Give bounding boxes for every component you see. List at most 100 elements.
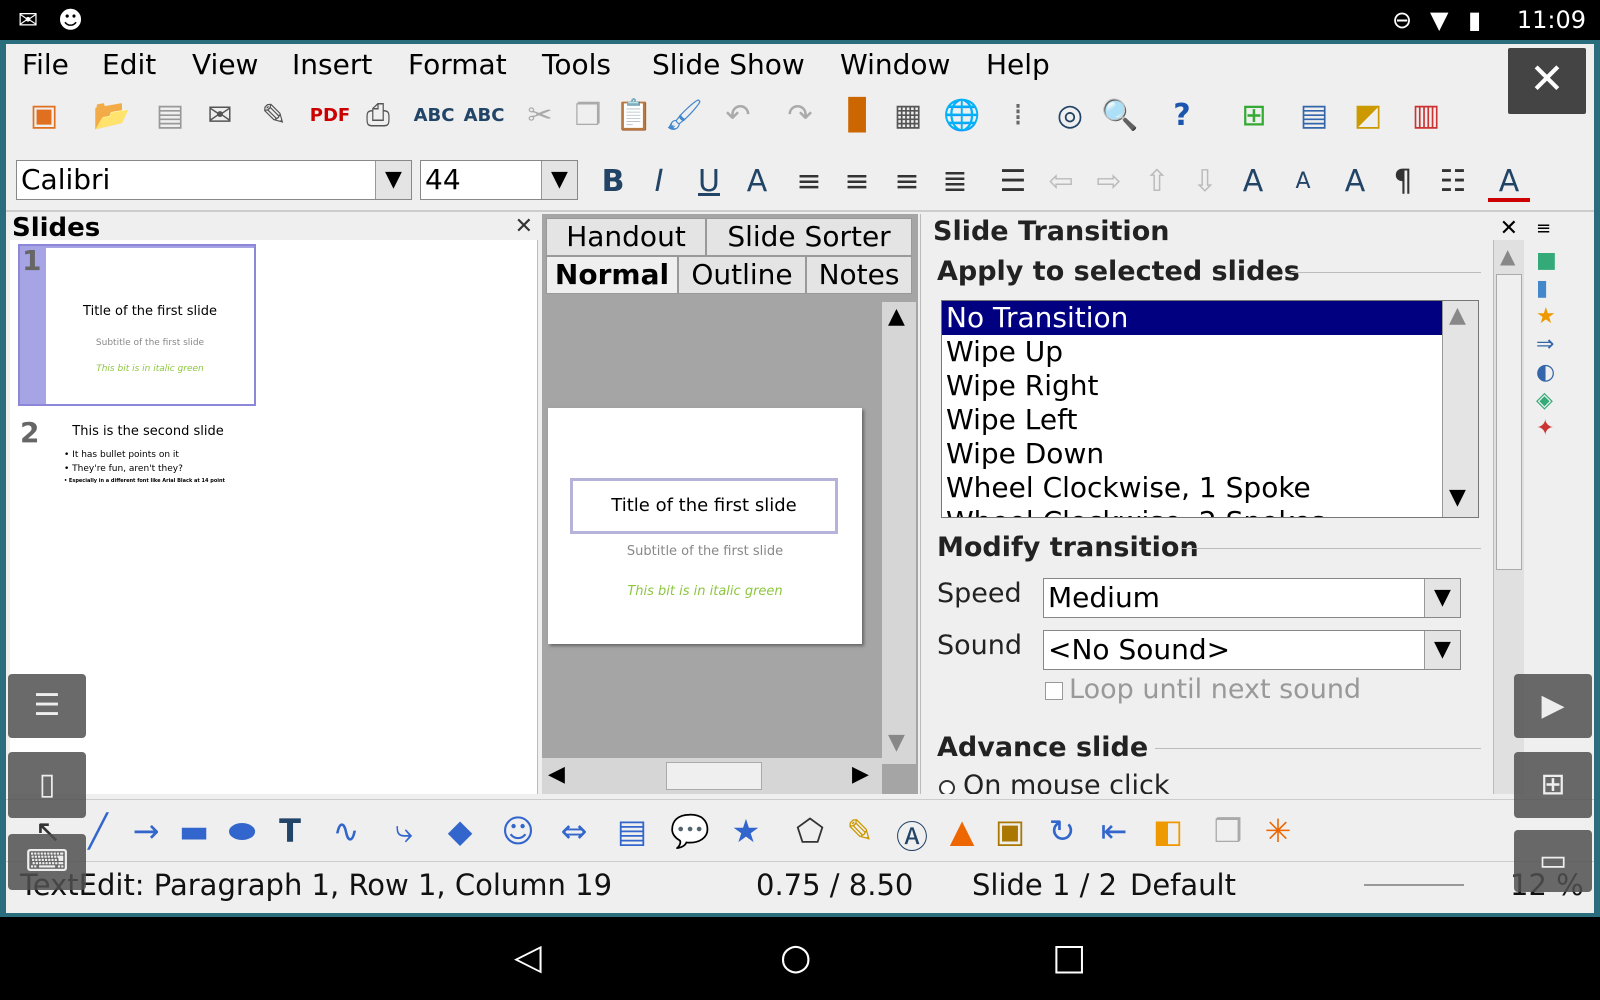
promote-icon[interactable]: ⇨ — [1088, 162, 1130, 202]
list-scrollbar[interactable]: ▲ ▼ — [1442, 301, 1478, 517]
menu-file[interactable]: File — [22, 48, 69, 81]
block-arrows-icon[interactable]: ⇔ — [552, 812, 596, 850]
bold-icon[interactable]: B — [592, 162, 634, 202]
hyperlink-icon[interactable]: 🌐 — [940, 94, 984, 138]
basic-shapes-icon[interactable]: ◆ — [438, 812, 482, 850]
list-item[interactable]: No Transition — [942, 301, 1442, 335]
menu-format[interactable]: Format — [408, 48, 507, 81]
grid-icon[interactable]: ⁞ — [996, 94, 1040, 138]
email-icon[interactable]: ✉ — [198, 94, 242, 138]
slide-design-icon[interactable]: ◩ — [1346, 94, 1390, 138]
menu-view[interactable]: View — [192, 48, 258, 81]
ellipse-icon[interactable]: ⬬ — [220, 812, 264, 851]
line-arrow-icon[interactable]: → — [124, 812, 168, 850]
align-right-icon[interactable]: ≡ — [886, 162, 928, 202]
font-name-combo[interactable]: Calibri ▼ — [16, 160, 412, 200]
fontwork-icon[interactable]: Ⓐ — [890, 812, 934, 858]
stars-icon[interactable]: ★ — [724, 812, 768, 850]
increase-font-icon[interactable]: A — [1232, 162, 1274, 202]
scroll-up-icon[interactable]: ▲ — [888, 304, 905, 329]
undo-icon[interactable]: ↶ — [716, 94, 760, 138]
scroll-up-icon[interactable]: ▲ — [1449, 303, 1466, 328]
print-icon[interactable]: ⎙ — [356, 94, 400, 138]
list-item[interactable]: Wipe Down — [942, 437, 1442, 471]
autospell-icon[interactable]: ABC — [462, 94, 506, 138]
animation-icon[interactable]: ★ — [1536, 304, 1556, 329]
rectangle-icon[interactable]: ▬ — [172, 812, 216, 850]
screen-overlay-button[interactable]: ▭ — [1514, 830, 1592, 892]
close-icon[interactable]: ✕ — [1500, 216, 1518, 241]
list-item[interactable]: Wipe Right — [942, 369, 1442, 403]
format-paintbrush-icon[interactable]: 🖌 — [662, 94, 706, 138]
help-icon[interactable]: ? — [1160, 94, 1204, 138]
decrease-font-icon[interactable]: A — [1282, 162, 1324, 202]
slide-thumbnail-1[interactable]: 1 Title of the first slide Subtitle of t… — [18, 244, 256, 406]
scroll-up-icon[interactable]: ▲ — [1500, 244, 1515, 268]
tab-slide-sorter[interactable]: Slide Sorter — [706, 218, 912, 256]
recents-icon[interactable]: □ — [1052, 937, 1086, 978]
title-textbox[interactable]: Title of the first slide — [570, 478, 838, 534]
menu-slide-show[interactable]: Slide Show — [652, 48, 805, 81]
underline-icon[interactable]: U — [688, 162, 730, 202]
callouts-icon[interactable]: 💬 — [668, 812, 712, 850]
scroll-right-icon[interactable]: ▶ — [852, 762, 869, 787]
chevron-down-icon[interactable]: ▼ — [375, 161, 411, 199]
menu-window[interactable]: Window — [840, 48, 950, 81]
slide-canvas[interactable]: Title of the first slide Subtitle of the… — [548, 408, 862, 644]
points-icon[interactable]: ⬠ — [788, 812, 832, 850]
home-icon[interactable]: ○ — [780, 937, 811, 978]
shadow-icon[interactable]: A — [736, 162, 778, 202]
close-button[interactable]: ✕ — [1508, 48, 1586, 114]
arrange-icon[interactable]: ◧ — [1146, 812, 1190, 850]
justify-icon[interactable]: ≣ — [934, 162, 976, 202]
gallery-icon[interactable]: ▣ — [988, 812, 1032, 850]
extrusion-icon[interactable]: ✳ — [1256, 812, 1300, 850]
scroll-down-icon[interactable]: ▼ — [888, 730, 905, 755]
symbol-shapes-icon[interactable]: ☺ — [496, 812, 540, 850]
table-icon[interactable]: ▦ — [886, 94, 930, 138]
demote-icon[interactable]: ⇦ — [1040, 162, 1082, 202]
list-item[interactable]: Wipe Left — [942, 403, 1442, 437]
vertical-scrollbar[interactable]: ▲ ▼ — [882, 302, 916, 764]
back-icon[interactable]: ◁ — [514, 937, 542, 978]
curve-icon[interactable]: ∿ — [324, 812, 368, 850]
document-overlay-button[interactable]: ☰ — [8, 674, 86, 738]
speed-select[interactable]: Medium ▼ — [1043, 578, 1461, 618]
menu-help[interactable]: Help — [986, 48, 1050, 81]
spellcheck-icon[interactable]: ABC — [412, 94, 456, 138]
font-color-icon[interactable]: A — [1488, 162, 1530, 202]
align-left-icon[interactable]: ≡ — [788, 162, 830, 202]
list-item[interactable]: Wipe Up — [942, 335, 1442, 369]
paste-icon[interactable]: 📋 — [612, 94, 656, 138]
sound-select[interactable]: <No Sound> ▼ — [1043, 630, 1461, 670]
scroll-thumb[interactable] — [1496, 274, 1522, 570]
master-pages-icon[interactable]: ▮ — [1536, 276, 1548, 301]
save-icon[interactable]: ▤ — [148, 94, 192, 138]
from-file-icon[interactable]: ▲ — [940, 812, 984, 850]
navigator-icon[interactable]: ✦ — [1536, 416, 1554, 441]
open-folder-icon[interactable]: 📂 — [90, 94, 134, 138]
character-icon[interactable]: A — [1334, 162, 1376, 202]
list-item[interactable]: Wheel Clockwise, 2 Spokes — [942, 505, 1442, 517]
zoom-icon[interactable]: 🔍 — [1098, 94, 1142, 138]
copy-icon[interactable]: ❐ — [566, 94, 610, 138]
horizontal-scrollbar[interactable]: ◀ ▶ — [542, 758, 882, 794]
edit-file-icon[interactable]: ✎ — [252, 94, 296, 138]
3d-effects-icon[interactable]: ❒ — [1206, 812, 1250, 850]
glue-points-icon[interactable]: ✎ — [838, 812, 882, 850]
scroll-thumb[interactable] — [666, 762, 762, 790]
redo-icon[interactable]: ↷ — [778, 94, 822, 138]
flowchart-icon[interactable]: ▤ — [610, 812, 654, 850]
transition-list[interactable]: No Transition Wipe Up Wipe Right Wipe Le… — [941, 300, 1479, 518]
tab-outline[interactable]: Outline — [678, 256, 806, 294]
chevron-down-icon[interactable]: ▼ — [541, 161, 577, 199]
navigator-icon[interactable]: ◎ — [1048, 94, 1092, 138]
gallery-icon[interactable]: ◐ — [1536, 360, 1555, 385]
cut-icon[interactable]: ✂ — [518, 94, 562, 138]
paragraph-icon[interactable]: ¶ — [1382, 162, 1424, 202]
new-document-icon[interactable]: ▣ — [22, 94, 66, 138]
text-tool-icon[interactable]: T — [268, 812, 312, 850]
slide-thumbnail-2[interactable]: 2 This is the second slide • It has bull… — [18, 416, 256, 496]
keyboard-overlay-button[interactable]: ⌨ — [8, 834, 86, 890]
move-down-icon[interactable]: ⇩ — [1184, 162, 1226, 202]
